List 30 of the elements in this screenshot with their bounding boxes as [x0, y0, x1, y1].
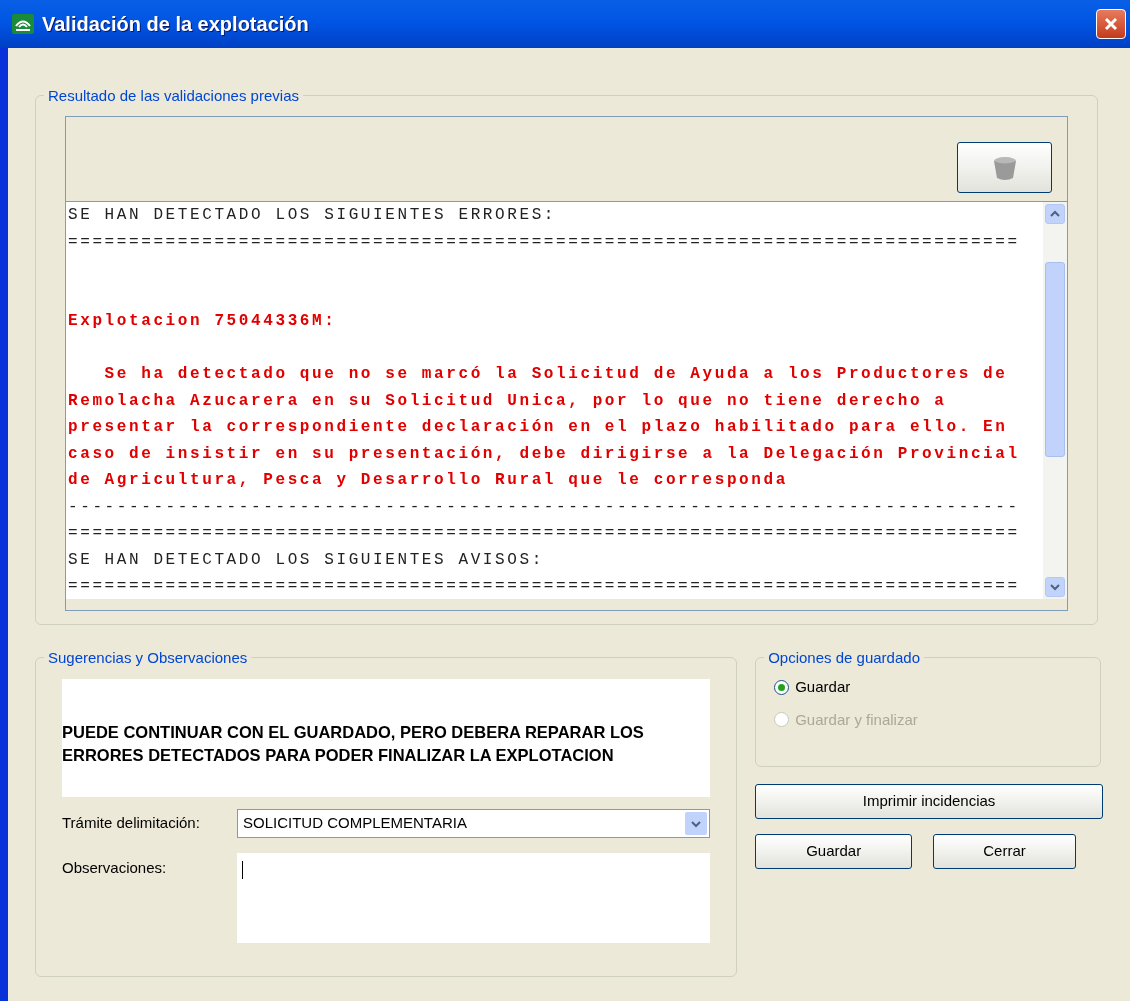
clear-button[interactable] [957, 142, 1052, 193]
error-line: caso de insistir en su presentación, debe dirigirse a la Delegación Provincial [68, 443, 1021, 465]
text-line: ============================================================================== [68, 576, 1021, 597]
window-title: Validación de la explotación [42, 12, 310, 37]
radio-option[interactable]: Guardar [774, 676, 851, 699]
trash-icon [991, 154, 1018, 181]
tramite-label: Trámite delimitación: [62, 813, 201, 834]
text-line: SE HAN DETECTADO LOS SIGUIENTES ERRORES: [68, 205, 558, 226]
error-line: presentar la correspondiente declaración en el plazo habilitado para ello. En [68, 417, 1009, 438]
observaciones-field[interactable] [237, 853, 711, 943]
error-line: Explotacion 75044336M: [68, 311, 338, 332]
tramite-select[interactable]: SOLICITUD COMPLEMENTARIA [237, 809, 711, 838]
text-line: SE HAN DETECTADO LOS SIGUIENTES AVISOS: [68, 549, 545, 571]
scrollbar[interactable] [1043, 202, 1067, 599]
text-line: ============================================================================== [68, 523, 1021, 544]
message-text: PUEDE CONTINUAR CON EL GUARDADO, PERO DEBERA REPARAR LOS ERRORES DETECTADOS PARA PODER FINALIZAR LA EXPLOTACION [62, 722, 645, 766]
close-button[interactable] [1096, 9, 1126, 39]
error-line: Remolacha Azucarera en su Solicitud Unica, por lo que no tiene derecho a [68, 390, 948, 412]
save-button[interactable]: Guardar [755, 834, 913, 869]
text-line: ============================================================================== [68, 231, 1021, 253]
print-button[interactable]: Imprimir incidencias [755, 784, 1103, 819]
error-line: Se ha detectado que no se marcó la Solicitud de Ayuda a los Productores de [103, 364, 1009, 385]
dropdown-icon [685, 812, 708, 835]
observaciones-label: Observaciones: [62, 858, 168, 878]
close-dialog-button[interactable]: Cerrar [933, 834, 1076, 869]
scroll-thumb[interactable] [1045, 262, 1065, 457]
close-icon [1103, 16, 1119, 32]
error-line: de Agricultura, Pesca y Desarrollo Rural que le corresponda [68, 470, 789, 491]
text-line: ------------------------------------------------------------------------------ [68, 496, 1021, 518]
app-icon [12, 14, 34, 34]
